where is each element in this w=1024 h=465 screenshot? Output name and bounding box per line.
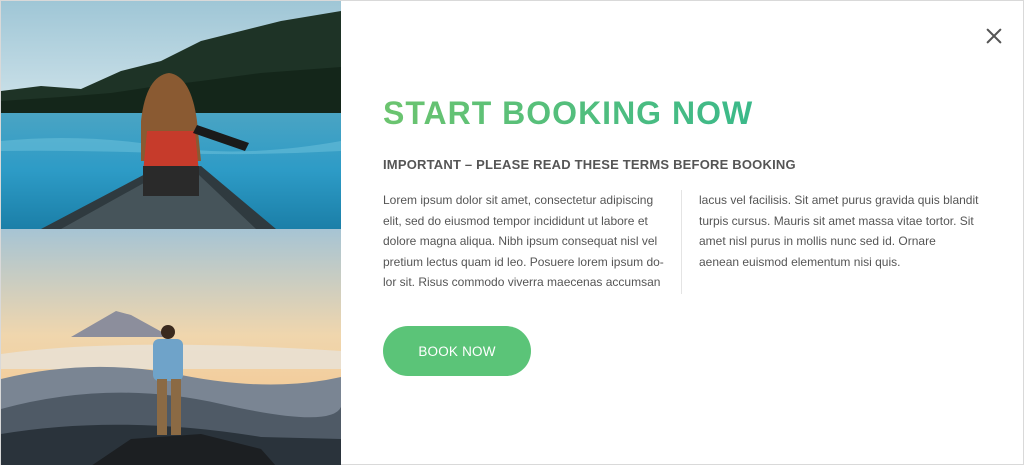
book-now-button[interactable]: BOOK NOW <box>383 326 531 376</box>
terms-text-right: lacus vel facilisis. Sit amet purus grav… <box>699 193 979 269</box>
booking-modal: START BOOKING NOW IMPORTANT – PLEASE REA… <box>0 0 1024 465</box>
close-icon[interactable] <box>985 27 1003 45</box>
terms-heading: IMPORTANT – PLEASE READ THESE TERMS BEFO… <box>383 157 796 172</box>
modal-content: START BOOKING NOW IMPORTANT – PLEASE REA… <box>341 1 1024 465</box>
column-divider <box>681 190 682 294</box>
lake-canoe-photo <box>1 1 341 229</box>
terms-text-left: Lorem ipsum dolor sit amet, consectetur … <box>383 193 664 290</box>
mountain-hiker-photo <box>1 229 341 465</box>
modal-title: START BOOKING NOW <box>383 95 754 131</box>
image-panel <box>1 1 341 465</box>
